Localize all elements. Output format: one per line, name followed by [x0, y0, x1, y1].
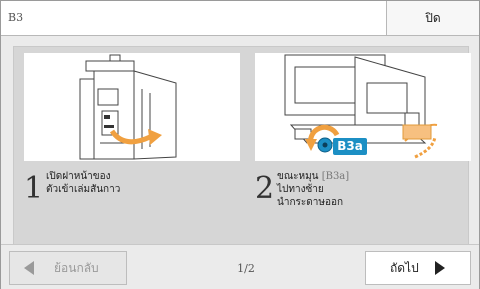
back-button-label: ย้อนกลับ [54, 260, 99, 275]
next-button[interactable]: ถัดไป [365, 251, 471, 285]
step1-number: 1 [24, 171, 44, 206]
step2: 2 ขณะหมุน [B3a] ไปทางซ้าย นำกระดาษออก [255, 170, 349, 209]
b3a-callout-label: B3a [333, 138, 367, 155]
next-button-label: ถัดไป [390, 260, 419, 275]
step1-line2: ตัวเข้าเล่มสันกาว [46, 184, 121, 195]
step1-illustration [24, 53, 240, 161]
open-cover-illustration [79, 54, 177, 160]
step2-line1: ขณะหมุน [B3a] [277, 170, 349, 183]
back-button[interactable]: ย้อนกลับ [9, 251, 127, 285]
step1-line1: เปิดฝาหน้าของ [46, 171, 111, 182]
step2-number: 2 [255, 171, 275, 206]
dialog-window: B3 ปิด B3a 1 เปิดฝาหน้าของ ตัวเข้าเล่มสั… [0, 0, 480, 289]
step2-line2: ไปทางซ้าย [277, 184, 324, 195]
close-button[interactable]: ปิด [386, 1, 479, 35]
arrow-left-icon [24, 261, 34, 275]
footer-bar: ย้อนกลับ 1/2 ถัดไป [1, 244, 479, 289]
arrow-right-icon [434, 261, 445, 275]
step2-line3: นำกระดาษออก [277, 197, 344, 208]
instruction-panel: B3a 1 เปิดฝาหน้าของ ตัวเข้าเล่มสันกาว 2 … [13, 46, 471, 246]
step2-illustration: B3a [255, 53, 471, 161]
step2-line1-prefix: ขณะหมุน [277, 171, 322, 182]
step1: 1 เปิดฝาหน้าของ ตัวเข้าเล่มสันกาว [24, 170, 120, 204]
page-indicator: 1/2 [237, 262, 255, 275]
instruction-area: B3a 1 เปิดฝาหน้าของ ตัวเข้าเล่มสันกาว 2 … [1, 36, 479, 246]
dialog-header: B3 ปิด [1, 1, 479, 36]
dialog-title: B3 [8, 11, 24, 24]
step2-code: [B3a] [321, 171, 350, 182]
